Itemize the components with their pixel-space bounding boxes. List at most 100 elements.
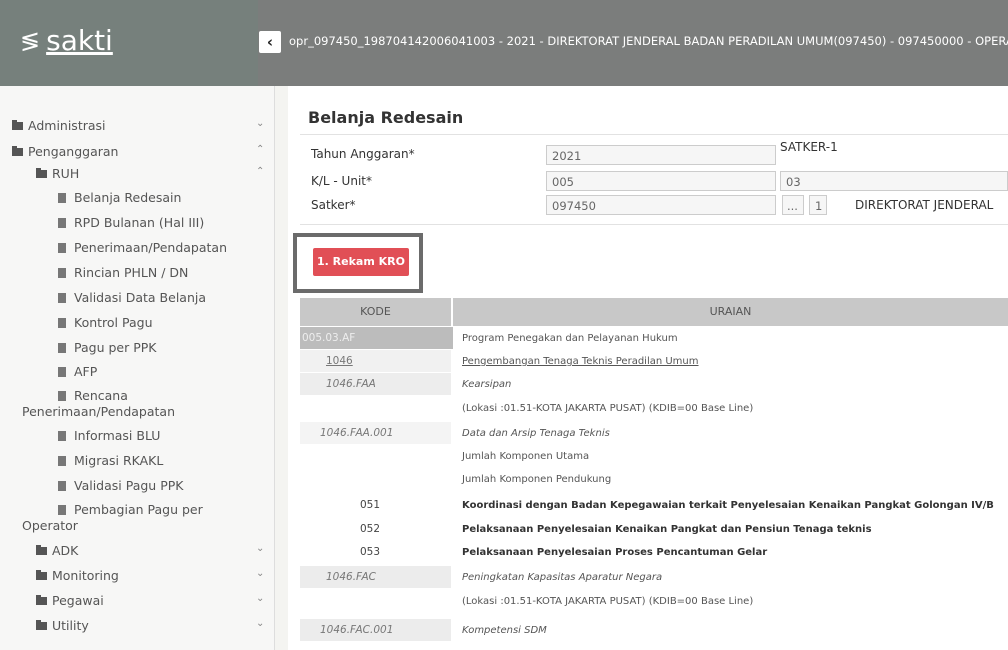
header-user-context: opr_097450_198704142006041003 - 2021 - D… [289, 34, 1008, 48]
sidebar-item-label: Pagu per PPK [74, 340, 157, 355]
document-icon [58, 342, 66, 353]
chevron-down-icon[interactable]: ⌄ [256, 568, 264, 579]
satker-name: DIREKTORAT JENDERAL [855, 198, 994, 212]
document-icon [58, 390, 66, 401]
table-cell-uraian: Kompetensi SDM [462, 625, 547, 636]
sidebar-item-administrasi[interactable]: Administrasi [12, 118, 106, 133]
table-cell-kode[interactable]: 005.03.AF [300, 327, 453, 349]
sidebar-item-pembagian-pagu[interactable]: Pembagian Pagu per [58, 502, 203, 517]
sidebar-item-label: Monitoring [52, 568, 119, 583]
table-cell-uraian: Program Penegakan dan Pelayanan Hukum [462, 333, 678, 344]
app-logo[interactable]: ≶ sakti [20, 24, 113, 57]
sidebar-item-label: Pegawai [52, 593, 104, 608]
document-icon [58, 317, 66, 328]
sidebar-item-belanja-redesain[interactable]: Belanja Redesain [58, 190, 181, 205]
kl-field[interactable]: 005 [546, 171, 776, 191]
folder-icon [12, 119, 23, 130]
document-icon [58, 217, 66, 228]
sidebar-item-validasi-belanja[interactable]: Validasi Data Belanja [58, 290, 206, 305]
sidebar-item-ruh[interactable]: RUH [36, 166, 79, 181]
document-icon [58, 480, 66, 491]
page-title: Belanja Redesain [308, 108, 464, 127]
tahun-anggaran-field[interactable]: 2021 [546, 145, 776, 165]
table-cell-kode[interactable]: 1046.FAC [300, 566, 451, 588]
sidebar-item-penganggaran[interactable]: Penganggaran [12, 144, 118, 159]
folder-icon [36, 594, 47, 605]
table-cell-uraian: Jumlah Komponen Pendukung [462, 474, 612, 485]
folder-icon [12, 145, 23, 156]
tahun-anggaran-label: Tahun Anggaran* [311, 147, 415, 161]
table-cell-uraian[interactable]: Pengembangan Tenaga Teknis Peradilan Umu… [462, 356, 699, 367]
unit-field[interactable]: 03 [780, 171, 1008, 191]
document-icon [58, 192, 66, 203]
table-cell-uraian: Koordinasi dengan Badan Kepegawaian terk… [462, 500, 994, 511]
table-cell-uraian: Pelaksanaan Penyelesaian Kenaikan Pangka… [462, 524, 872, 535]
sidebar-item-pembagian-pagu-cont[interactable]: Operator [22, 518, 78, 533]
sidebar-item-label: Rencana [74, 388, 128, 403]
sidebar-item-rencana[interactable]: Rencana [58, 388, 128, 403]
table-cell-kode[interactable]: 052 [300, 518, 451, 540]
rekam-kro-button[interactable]: 1. Rekam KRO [313, 248, 409, 276]
sidebar-item-label: Penerimaan/Pendapatan [74, 240, 228, 255]
sidebar: Administrasi ⌄ Penganggaran ⌃ RUH ⌃ Bela… [0, 86, 275, 650]
chevron-down-icon[interactable]: ⌄ [256, 618, 264, 629]
sidebar-item-label: Migrasi RKAKL [74, 453, 164, 468]
sidebar-item-rpd-bulanan[interactable]: RPD Bulanan (Hal III) [58, 215, 204, 230]
document-icon [58, 455, 66, 466]
table-cell-uraian: Kearsipan [462, 379, 512, 390]
chevron-down-icon[interactable]: ⌄ [256, 118, 264, 129]
sidebar-item-label: Rincian PHLN / DN [74, 265, 189, 280]
sidebar-item-migrasi-rkakl[interactable]: Migrasi RKAKL [58, 453, 163, 468]
table-cell-uraian: Data dan Arsip Tenaga Teknis [462, 428, 610, 439]
table-cell-kode[interactable]: 1046.FAA [300, 373, 451, 395]
sidebar-item-label: Utility [52, 618, 89, 633]
sidebar-toggle-button[interactable]: ‹ [259, 31, 281, 53]
satker-field[interactable]: 097450 [546, 195, 776, 215]
sidebar-item-kontrol-pagu[interactable]: Kontrol Pagu [58, 315, 153, 330]
folder-icon [36, 544, 47, 555]
sidebar-item-monitoring[interactable]: Monitoring [36, 568, 119, 583]
document-icon [58, 242, 66, 253]
table-cell-kode[interactable]: 1046.FAC.001 [300, 619, 451, 641]
kl-unit-label: K/L - Unit* [311, 174, 372, 188]
divider [300, 134, 1008, 135]
sidebar-item-label: Penganggaran [28, 144, 119, 159]
sidebar-item-rencana-cont[interactable]: Penerimaan/Pendapatan [22, 404, 175, 419]
sidebar-item-adk[interactable]: ADK [36, 543, 78, 558]
sidebar-item-label: Penerimaan/Pendapatan [22, 404, 176, 419]
table-header-uraian: URAIAN [453, 298, 1008, 326]
satker-lookup-button[interactable]: ... [782, 195, 804, 215]
sidebar-item-label: Informasi BLU [74, 428, 161, 443]
table-cell-kode[interactable]: 051 [300, 494, 451, 516]
chevron-down-icon[interactable]: ⌄ [256, 593, 264, 604]
sidebar-item-label: RUH [52, 166, 80, 181]
sidebar-item-penerimaan[interactable]: Penerimaan/Pendapatan [58, 240, 227, 255]
table-header-kode: KODE [300, 298, 451, 326]
table-cell-kode[interactable]: 1046 [300, 350, 451, 372]
sidebar-item-label: Pembagian Pagu per [74, 502, 203, 517]
sidebar-item-label: Operator [22, 518, 78, 533]
table-cell-uraian: (Lokasi :01.51-KOTA JAKARTA PUSAT) (KDIB… [462, 596, 754, 607]
sidebar-item-label: RPD Bulanan (Hal III) [74, 215, 205, 230]
sidebar-item-utility[interactable]: Utility [36, 618, 89, 633]
table-cell-uraian: (Lokasi :01.51-KOTA JAKARTA PUSAT) (KDIB… [462, 403, 754, 414]
table-cell-kode[interactable]: 1046.FAA.001 [300, 422, 451, 444]
chevron-up-icon[interactable]: ⌃ [256, 166, 264, 177]
sidebar-item-label: Administrasi [28, 118, 106, 133]
sidebar-item-validasi-pagu-ppk[interactable]: Validasi Pagu PPK [58, 478, 183, 493]
satker-label: Satker* [311, 198, 356, 212]
sidebar-item-pagu-ppk[interactable]: Pagu per PPK [58, 340, 156, 355]
folder-icon [36, 619, 47, 630]
sidebar-item-pegawai[interactable]: Pegawai [36, 593, 104, 608]
satker-extra-field[interactable]: 1 [809, 195, 827, 215]
chevron-down-icon[interactable]: ⌄ [256, 543, 264, 554]
chevron-up-icon[interactable]: ⌃ [256, 144, 264, 155]
sidebar-item-afp[interactable]: AFP [58, 364, 97, 379]
sidebar-item-informasi-blu[interactable]: Informasi BLU [58, 428, 160, 443]
logo-icon: ≶ [20, 26, 41, 55]
sidebar-item-label: ADK [52, 543, 79, 558]
brand-area: ≶ sakti [0, 0, 258, 86]
divider [300, 224, 1008, 225]
sidebar-item-rincian-phln[interactable]: Rincian PHLN / DN [58, 265, 188, 280]
table-cell-kode[interactable]: 053 [300, 541, 451, 563]
